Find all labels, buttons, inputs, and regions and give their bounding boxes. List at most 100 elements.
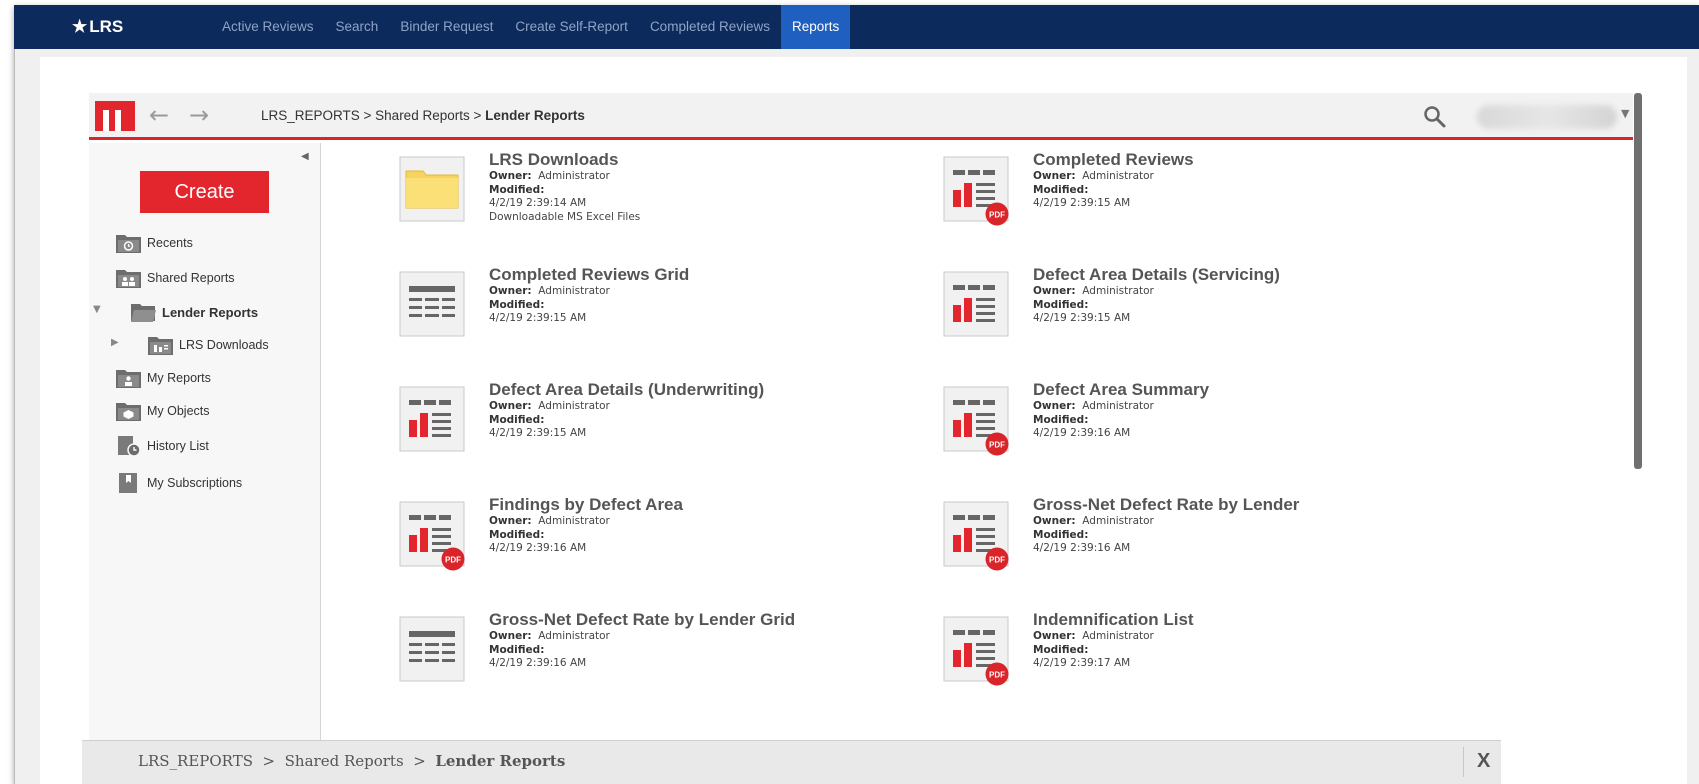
owner-value: Administrator: [538, 515, 610, 527]
brand-logo[interactable]: ★ LRS: [72, 17, 123, 37]
sidebar-item-history-list[interactable]: History List: [115, 433, 209, 459]
sidebar-item-label: Lender Reports: [162, 304, 259, 320]
forward-arrow-icon[interactable]: →: [189, 103, 209, 127]
report-info: Defect Area Details (Underwriting) Owner…: [489, 380, 764, 441]
chevron-down-icon[interactable]: ▼: [1621, 107, 1629, 120]
owner-label: Owner:: [489, 285, 532, 297]
report-name[interactable]: Completed Reviews: [1033, 150, 1194, 170]
modified-label: Modified:: [1033, 643, 1089, 656]
expanded-triangle-icon[interactable]: ▼: [93, 304, 101, 315]
report-owner: Owner: Administrator: [1033, 400, 1209, 414]
report-owner: Owner: Administrator: [489, 515, 683, 529]
report-modified: 4/2/19 2:39:16 AM: [489, 657, 587, 669]
sidebar-item-label: My Reports: [147, 371, 211, 385]
breadcrumb-shared-reports[interactable]: Shared Reports: [285, 752, 404, 770]
star-icon: ★: [72, 17, 88, 36]
report-info: Gross-Net Defect Rate by Lender Owner: A…: [1033, 495, 1299, 556]
report-info: Defect Area Details (Servicing) Owner: A…: [1033, 265, 1280, 326]
sidebar-item-my-subscriptions[interactable]: My Subscriptions: [115, 470, 242, 496]
nav-binder-request[interactable]: Binder Request: [389, 5, 504, 49]
pdf-badge-label: PDF: [989, 441, 1005, 450]
report-modified-label: Modified:: [1033, 529, 1299, 543]
modified-label: Modified:: [1033, 298, 1089, 311]
sidebar-item-my-objects[interactable]: My Objects: [115, 398, 210, 424]
collapsed-triangle-icon[interactable]: ▶: [111, 337, 119, 348]
report-name[interactable]: Defect Area Details (Underwriting): [489, 380, 764, 400]
modified-label: Modified:: [1033, 183, 1089, 196]
report-item[interactable]: PDF Gross-Net Defect Rate by Lender Owne…: [943, 495, 1503, 585]
report-name[interactable]: Defect Area Details (Servicing): [1033, 265, 1280, 285]
pdf-badge-icon: PDF: [985, 202, 1009, 226]
report-info: Gross-Net Defect Rate by Lender Grid Own…: [489, 610, 795, 671]
owner-value: Administrator: [1082, 285, 1154, 297]
report-modified: 4/2/19 2:39:17 AM: [1033, 657, 1131, 669]
report-info: LRS Downloads Owner: Administrator Modif…: [489, 150, 640, 224]
report-item[interactable]: Completed Reviews Grid Owner: Administra…: [399, 265, 959, 355]
report-modified: 4/2/19 2:39:16 AM: [489, 542, 587, 554]
report-name[interactable]: LRS Downloads: [489, 150, 640, 170]
report-info: Completed Reviews Grid Owner: Administra…: [489, 265, 689, 326]
user-menu[interactable]: [1477, 105, 1617, 129]
nav-search[interactable]: Search: [325, 5, 390, 49]
sidebar-item-lender-reports[interactable]: Lender Reports: [130, 299, 258, 325]
report-item[interactable]: Defect Area Details (Underwriting) Owner…: [399, 380, 959, 470]
report-name[interactable]: Findings by Defect Area: [489, 495, 683, 515]
sidebar-item-shared-reports[interactable]: Shared Reports: [115, 265, 235, 291]
report-modified-label: Modified:: [1033, 184, 1194, 198]
owner-value: Administrator: [1082, 400, 1154, 412]
my-reports-folder-icon: [116, 370, 141, 388]
report-name[interactable]: Completed Reviews Grid: [489, 265, 689, 285]
report-owner: Owner: Administrator: [1033, 630, 1194, 644]
search-icon[interactable]: [1422, 104, 1448, 130]
report-item[interactable]: Gross-Net Defect Rate by Lender Grid Own…: [399, 610, 959, 700]
report-item[interactable]: PDF Findings by Defect Area Owner: Admin…: [399, 495, 959, 585]
nav-active-reviews[interactable]: Active Reviews: [211, 5, 325, 49]
pdf-badge-icon: PDF: [985, 432, 1009, 456]
report-browser: ← → LRS_REPORTS > Shared Reports > Lende…: [89, 93, 1642, 784]
modified-label: Modified:: [489, 643, 545, 656]
sidebar-item-label: History List: [147, 439, 209, 453]
report-name[interactable]: Gross-Net Defect Rate by Lender: [1033, 495, 1299, 515]
report-owner: Owner: Administrator: [489, 400, 764, 414]
vertical-scrollbar[interactable]: [1634, 93, 1642, 469]
report-name[interactable]: Defect Area Summary: [1033, 380, 1209, 400]
owner-value: Administrator: [1082, 515, 1154, 527]
sidebar-item-my-reports[interactable]: My Reports: [115, 365, 211, 391]
breadcrumb-lrs-reports[interactable]: LRS_REPORTS: [138, 752, 253, 770]
owner-label: Owner:: [489, 170, 532, 182]
modified-label: Modified:: [1033, 413, 1089, 426]
report-name[interactable]: Indemnification List: [1033, 610, 1194, 630]
report-item[interactable]: PDF Defect Area Summary Owner: Administr…: [943, 380, 1503, 470]
sidebar-item-recents[interactable]: Recents: [115, 230, 193, 256]
report-description: Downloadable MS Excel Files: [489, 210, 641, 223]
breadcrumb-path[interactable]: LRS_REPORTS > Shared Reports >: [261, 108, 485, 123]
owner-label: Owner:: [1033, 170, 1076, 182]
report-modified-label: Modified:: [1033, 299, 1280, 313]
collapse-sidebar-icon[interactable]: ◀: [301, 151, 309, 162]
report-modified-label: Modified:: [489, 184, 640, 198]
owner-value: Administrator: [538, 285, 610, 297]
nav-completed-reviews[interactable]: Completed Reviews: [639, 5, 781, 49]
report-name[interactable]: Gross-Net Defect Rate by Lender Grid: [489, 610, 795, 630]
close-icon[interactable]: X: [1477, 750, 1490, 773]
owner-label: Owner:: [489, 400, 532, 412]
create-button[interactable]: Create: [140, 171, 269, 213]
shared-folder-icon: [116, 270, 141, 288]
sidebar-item-lrs-downloads[interactable]: LRS Downloads: [147, 332, 269, 358]
report-icon: [399, 386, 465, 452]
owner-value: Administrator: [538, 170, 610, 182]
nav-create-self-report[interactable]: Create Self-Report: [504, 5, 639, 49]
pdf-badge-label: PDF: [445, 556, 461, 565]
report-item[interactable]: PDF Completed Reviews Owner: Administrat…: [943, 150, 1503, 240]
microstrategy-logo-icon[interactable]: [95, 101, 135, 131]
owner-label: Owner:: [489, 630, 532, 642]
report-item[interactable]: LRS Downloads Owner: Administrator Modif…: [399, 150, 959, 240]
pdf-badge-icon: PDF: [441, 547, 465, 571]
modified-label: Modified:: [489, 298, 545, 311]
report-owner: Owner: Administrator: [489, 285, 689, 299]
back-arrow-icon[interactable]: ←: [149, 103, 169, 127]
report-grid: LRS Downloads Owner: Administrator Modif…: [321, 143, 1633, 740]
report-item[interactable]: PDF Indemnification List Owner: Administ…: [943, 610, 1503, 700]
nav-reports[interactable]: Reports: [781, 5, 851, 49]
report-item[interactable]: Defect Area Details (Servicing) Owner: A…: [943, 265, 1503, 355]
